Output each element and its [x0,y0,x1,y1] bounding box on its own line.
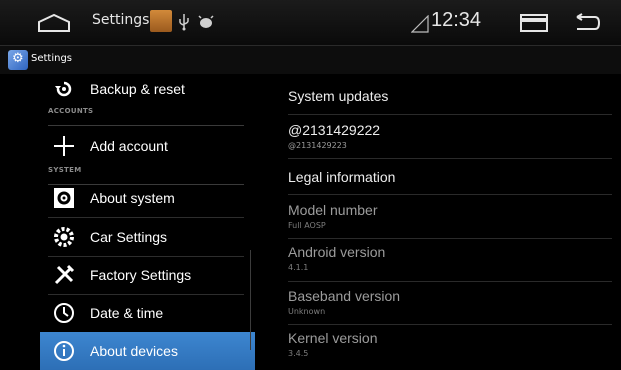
debug-icon [198,15,214,28]
clock-icon [54,303,74,323]
pref-model-number: Model number Full AOSP [288,202,608,230]
status-title: Settings [92,12,150,28]
pref-title: Legal information [288,169,396,185]
sidebar-item-add-account[interactable]: Add account [40,127,255,165]
pref-title: System updates [288,88,389,104]
app-notification-icon [150,10,172,32]
recent-apps-icon[interactable] [517,13,551,33]
divider [288,238,612,239]
pref-android-version[interactable]: Android version 4.1.1 [288,244,608,272]
back-icon[interactable] [573,13,601,33]
divider [288,324,612,325]
pref-title: Model number [288,202,378,218]
about-system-icon [54,188,74,208]
car-settings-icon [54,227,74,247]
settings-app-icon[interactable] [8,50,28,70]
pref-baseband-version: Baseband version Unknown [288,288,608,316]
sidebar-item-label: Factory Settings [90,267,192,283]
clock: 12:34 [431,9,482,31]
home-icon[interactable] [37,13,71,33]
status-bar: Settings 12:34 [0,0,621,46]
about-details-pane: System updates @2131429222 @2131429223 L… [272,74,612,358]
pref-title: Baseband version [288,288,401,304]
factory-tools-icon [54,264,75,285]
pref-summary: Unknown [288,307,326,316]
section-header-accounts: ACCOUNTS [48,107,244,126]
sidebar-item-label: About system [90,190,175,206]
sidebar-item-label: Car Settings [90,229,168,245]
settings-sidebar: Backup & reset ACCOUNTS Add account SYST… [0,74,255,370]
sidebar-item-date-time[interactable]: Date & time [40,294,255,332]
sidebar-item-factory-settings[interactable]: Factory Settings [40,256,255,294]
sidebar-item-label: Date & time [90,305,164,321]
pref-system-updates[interactable]: System updates [288,88,608,104]
pane-divider [250,250,251,350]
pref-build-string[interactable]: @2131429222 @2131429223 [288,122,608,150]
divider [288,158,612,159]
signal-icon [411,15,429,33]
sidebar-item-car-settings[interactable]: Car Settings [40,218,255,256]
sidebar-item-backup-reset[interactable]: Backup & reset [40,70,255,108]
pref-title: Android version [288,244,386,260]
pref-kernel-version: Kernel version 3.4.5 [288,330,608,358]
sidebar-item-label: Add account [90,138,168,154]
pref-summary: @2131429223 [288,141,347,150]
pref-summary: 4.1.1 [288,263,309,272]
divider [288,114,612,115]
divider [288,281,612,282]
sidebar-item-about-system[interactable]: About system [40,179,255,217]
add-icon [54,136,74,156]
sidebar-item-about-devices[interactable]: About devices [40,332,255,370]
pref-legal-information[interactable]: Legal information [288,169,608,185]
action-bar-title: Settings [31,53,73,64]
divider [288,194,612,195]
pref-title: @2131429222 [288,122,381,138]
pref-summary: Full AOSP [288,221,326,230]
backup-icon [55,81,72,97]
usb-icon [179,14,189,31]
sidebar-item-label: Backup & reset [90,81,185,97]
info-icon [54,341,74,361]
pref-title: Kernel version [288,330,378,346]
